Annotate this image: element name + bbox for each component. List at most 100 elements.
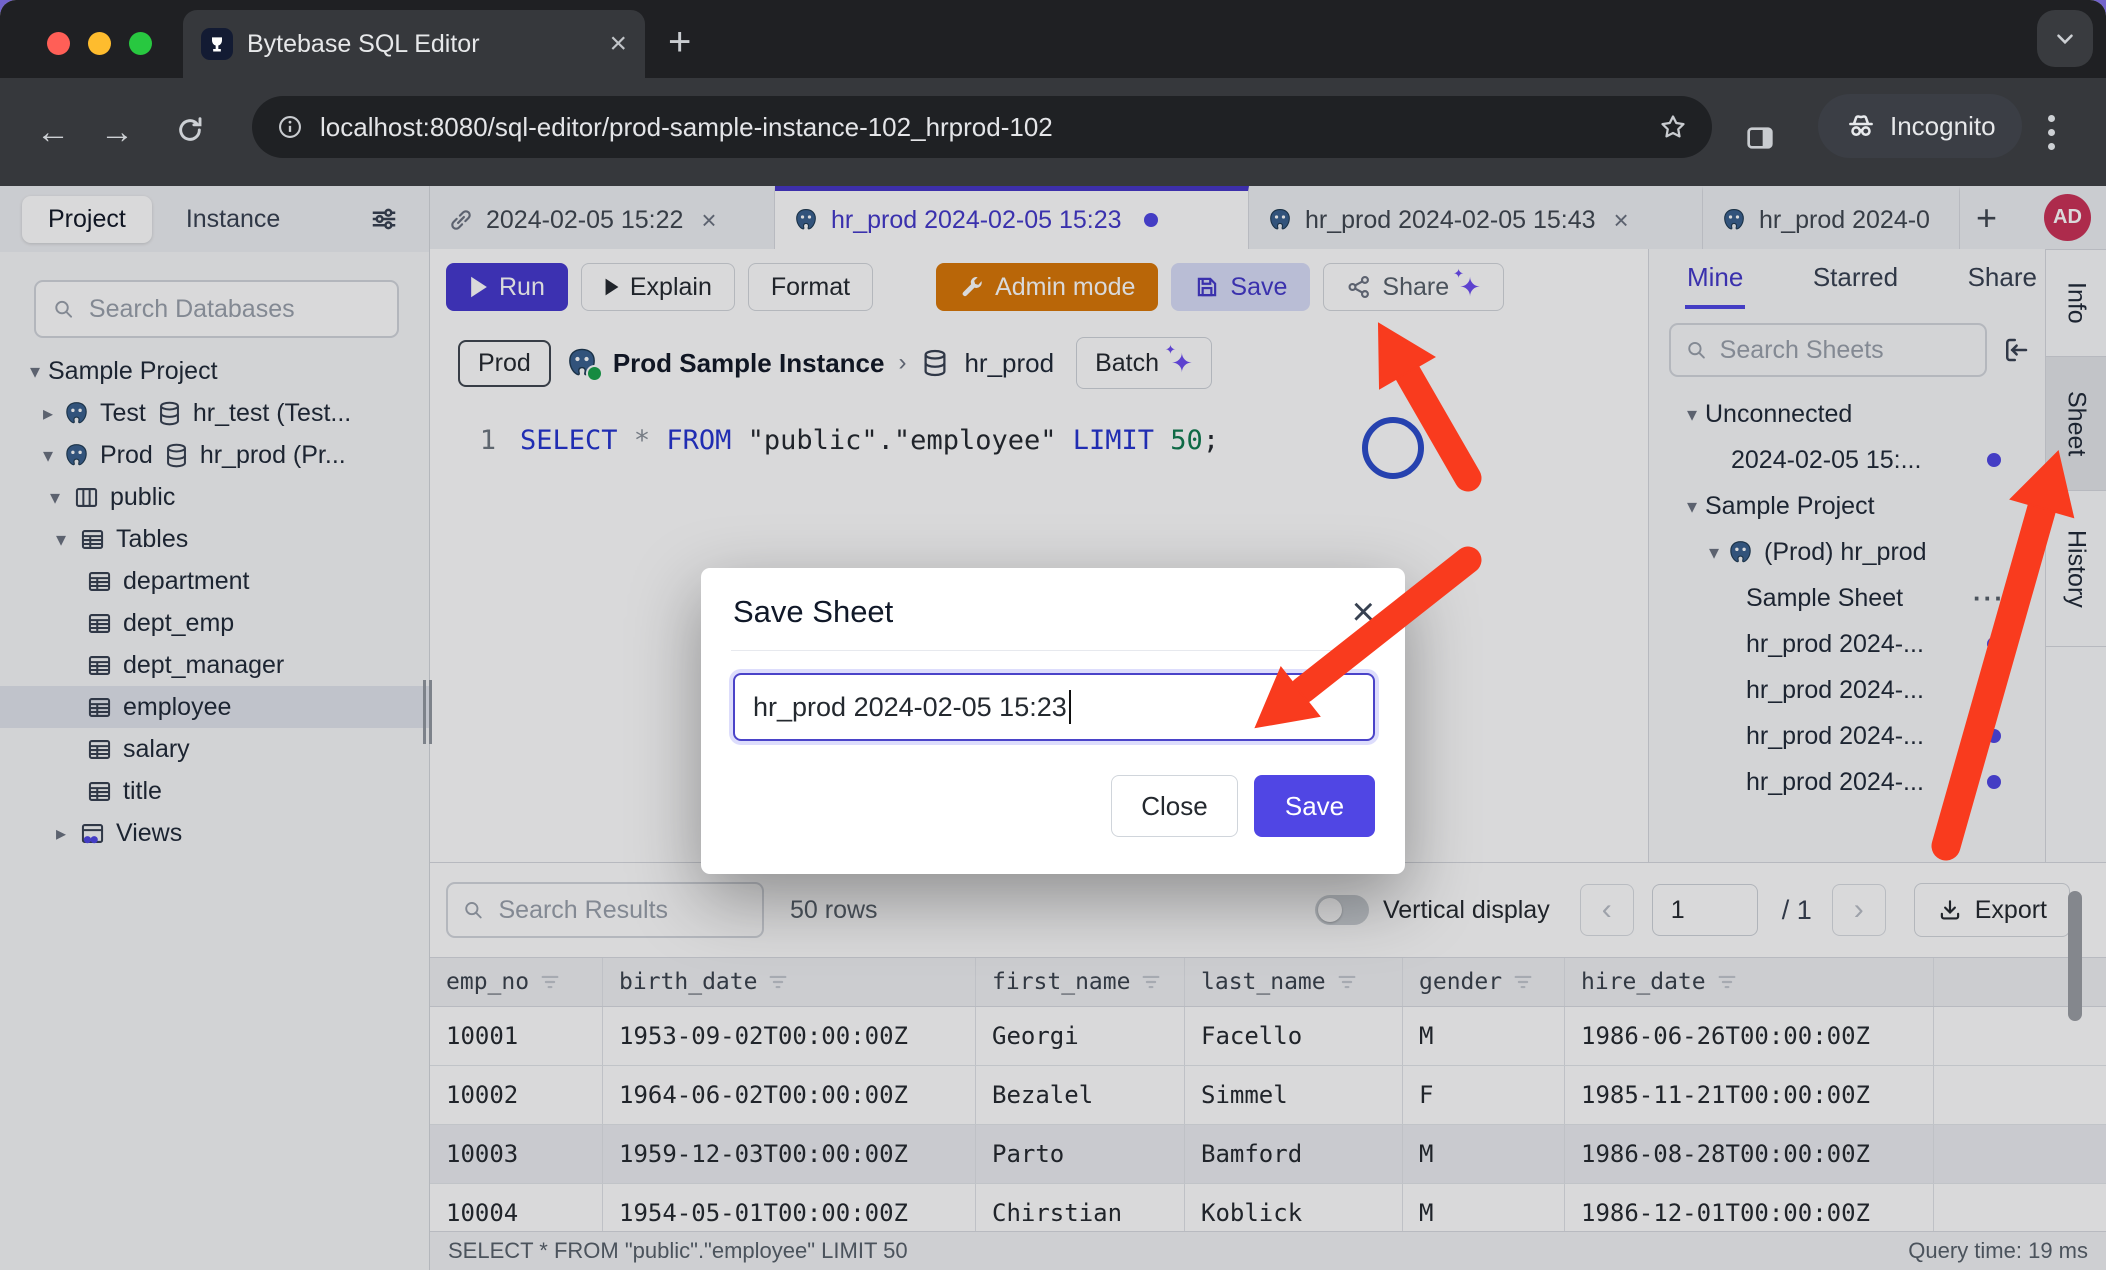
sheet-tab-share[interactable]: Share: [1966, 249, 2039, 309]
side-tab-history[interactable]: History: [2046, 491, 2106, 647]
forward-button[interactable]: →: [100, 115, 134, 149]
sql-code-line[interactable]: 1 SELECT * FROM "public"."employee" LIMI…: [430, 425, 1648, 456]
sheet-item-7[interactable]: hr_prod 2024-...: [1649, 713, 2045, 759]
address-bar[interactable]: localhost:8080/sql-editor/prod-sample-in…: [252, 96, 1712, 158]
tree-row-title[interactable]: title: [0, 770, 429, 812]
chevron-down-icon[interactable]: ▾: [1679, 494, 1705, 519]
tree-row-Tables[interactable]: ▾Tables: [0, 518, 429, 560]
chevron-right-icon[interactable]: ▸: [48, 821, 74, 846]
search-databases-box[interactable]: [34, 280, 399, 338]
prev-page-button[interactable]: ‹: [1580, 884, 1634, 936]
column-header-birth_date[interactable]: birth_date: [603, 958, 976, 1006]
minimize-window-button[interactable]: [88, 32, 111, 55]
tree-row-department[interactable]: department: [0, 560, 429, 602]
tree-row-salary[interactable]: salary: [0, 728, 429, 770]
browser-new-tab-button[interactable]: +: [668, 22, 691, 62]
chevron-down-icon[interactable]: ▾: [1701, 540, 1727, 565]
chevron-right-icon[interactable]: ▸: [35, 401, 61, 426]
browser-menu-button[interactable]: [2048, 108, 2055, 157]
close-tab-icon[interactable]: ×: [1614, 205, 1629, 236]
sheet-item-8[interactable]: hr_prod 2024-...: [1649, 759, 2045, 805]
chevron-down-icon[interactable]: ▾: [48, 527, 74, 552]
search-databases-input[interactable]: [87, 294, 381, 325]
next-page-button[interactable]: ›: [1832, 884, 1886, 936]
column-header-gender[interactable]: gender: [1403, 958, 1565, 1006]
more-options-icon[interactable]: ···: [1973, 583, 2005, 614]
side-tab-sheet[interactable]: Sheet: [2046, 357, 2106, 491]
tab-instance[interactable]: Instance: [160, 196, 307, 243]
search-sheets-input[interactable]: [1718, 335, 1971, 366]
dialog-save-button[interactable]: Save: [1254, 775, 1375, 837]
column-header-last_name[interactable]: last_name: [1185, 958, 1403, 1006]
sheet-item-3[interactable]: ▾(Prod) hr_prod: [1649, 529, 2045, 575]
tree-row-Views[interactable]: ▸Views: [0, 812, 429, 854]
sheet-item-6[interactable]: hr_prod 2024-...: [1649, 667, 2045, 713]
search-results-box[interactable]: [446, 882, 764, 938]
sheet-item-4[interactable]: Sample Sheet···: [1649, 575, 2045, 621]
sidebar-resize-handle[interactable]: [423, 680, 433, 744]
chevron-down-icon[interactable]: ▾: [22, 359, 48, 384]
tree-row-Sample Project[interactable]: ▾Sample Project: [0, 350, 429, 392]
instance-name[interactable]: Prod Sample Instance: [613, 348, 885, 379]
run-button[interactable]: Run: [446, 263, 568, 311]
column-header-emp_no[interactable]: emp_no: [430, 958, 603, 1006]
search-results-input[interactable]: [497, 895, 749, 926]
database-name[interactable]: hr_prod: [964, 348, 1054, 379]
back-button[interactable]: ←: [36, 115, 70, 149]
collapse-panel-icon[interactable]: [2001, 335, 2031, 365]
share-button[interactable]: Share ✦✦: [1323, 263, 1504, 311]
worksheet-tab-2[interactable]: hr_prod 2024-02-05 15:43×: [1249, 186, 1703, 249]
tree-row-dept_emp[interactable]: dept_emp: [0, 602, 429, 644]
tree-row-dept_manager[interactable]: dept_manager: [0, 644, 429, 686]
maximize-window-button[interactable]: [129, 32, 152, 55]
format-button[interactable]: Format: [748, 263, 873, 311]
tab-project[interactable]: Project: [22, 196, 152, 243]
sheet-tab-mine[interactable]: Mine: [1685, 249, 1745, 309]
sheet-item-1[interactable]: 2024-02-05 15:...: [1649, 437, 2045, 483]
chevron-down-icon[interactable]: ▾: [1679, 402, 1705, 427]
tree-row-Prod[interactable]: ▾Prodhr_prod (Pr...: [0, 434, 429, 476]
filter-settings-button[interactable]: [369, 204, 399, 234]
close-window-button[interactable]: [47, 32, 70, 55]
tree-row-public[interactable]: ▾public: [0, 476, 429, 518]
user-avatar[interactable]: AD: [2044, 194, 2091, 241]
export-button[interactable]: Export: [1914, 883, 2070, 937]
column-header-hire_date[interactable]: hire_date: [1565, 958, 1934, 1006]
sheet-item-0[interactable]: ▾Unconnected: [1649, 391, 2045, 437]
sheet-item-2[interactable]: ▾Sample Project: [1649, 483, 2045, 529]
worksheet-tab-1[interactable]: hr_prod 2024-02-05 15:23: [775, 186, 1249, 249]
bookmark-star-icon[interactable]: [1658, 112, 1688, 142]
sheet-tab-starred[interactable]: Starred: [1811, 249, 1900, 309]
page-number-input[interactable]: 1: [1652, 884, 1758, 936]
environment-chip[interactable]: Prod: [458, 340, 551, 387]
batch-button[interactable]: Batch ✦✦: [1076, 337, 1212, 389]
tree-row-Test[interactable]: ▸Testhr_test (Test...: [0, 392, 429, 434]
browser-tab-close-icon[interactable]: ×: [609, 29, 627, 59]
chevron-down-icon[interactable]: ▾: [35, 443, 61, 468]
url-text[interactable]: localhost:8080/sql-editor/prod-sample-in…: [320, 112, 1642, 143]
admin-mode-button[interactable]: Admin mode: [936, 263, 1158, 311]
chevron-down-icon[interactable]: ▾: [42, 485, 68, 510]
sheet-name-input[interactable]: hr_prod 2024-02-05 15:23: [733, 673, 1375, 741]
reload-button[interactable]: [174, 114, 206, 146]
side-panel-button[interactable]: [1744, 122, 1776, 154]
table-scrollbar[interactable]: [2068, 891, 2082, 1021]
vertical-display-toggle[interactable]: [1315, 895, 1369, 925]
tree-row-employee[interactable]: employee: [0, 686, 429, 728]
worksheet-tab-3[interactable]: hr_prod 2024-0: [1703, 186, 1960, 249]
column-header-first_name[interactable]: first_name: [976, 958, 1185, 1006]
save-button[interactable]: Save: [1171, 263, 1310, 311]
side-tab-info[interactable]: Info: [2046, 249, 2106, 357]
worksheet-tab-0[interactable]: 2024-02-05 15:22×: [430, 186, 775, 249]
new-worksheet-button[interactable]: +: [1976, 197, 1997, 239]
tab-search-button[interactable]: [2037, 10, 2093, 67]
dialog-close-button[interactable]: Close: [1111, 775, 1238, 837]
sql-statement[interactable]: SELECT * FROM "public"."employee" LIMIT …: [520, 425, 1219, 456]
close-tab-icon[interactable]: ×: [701, 205, 716, 236]
sheet-item-5[interactable]: hr_prod 2024-...: [1649, 621, 2045, 667]
site-info-icon[interactable]: [276, 113, 304, 141]
browser-tab[interactable]: Bytebase SQL Editor ×: [183, 10, 645, 78]
search-sheets-box[interactable]: [1669, 323, 1987, 377]
explain-button[interactable]: Explain: [581, 263, 735, 311]
dialog-close-icon[interactable]: ×: [1352, 596, 1375, 628]
